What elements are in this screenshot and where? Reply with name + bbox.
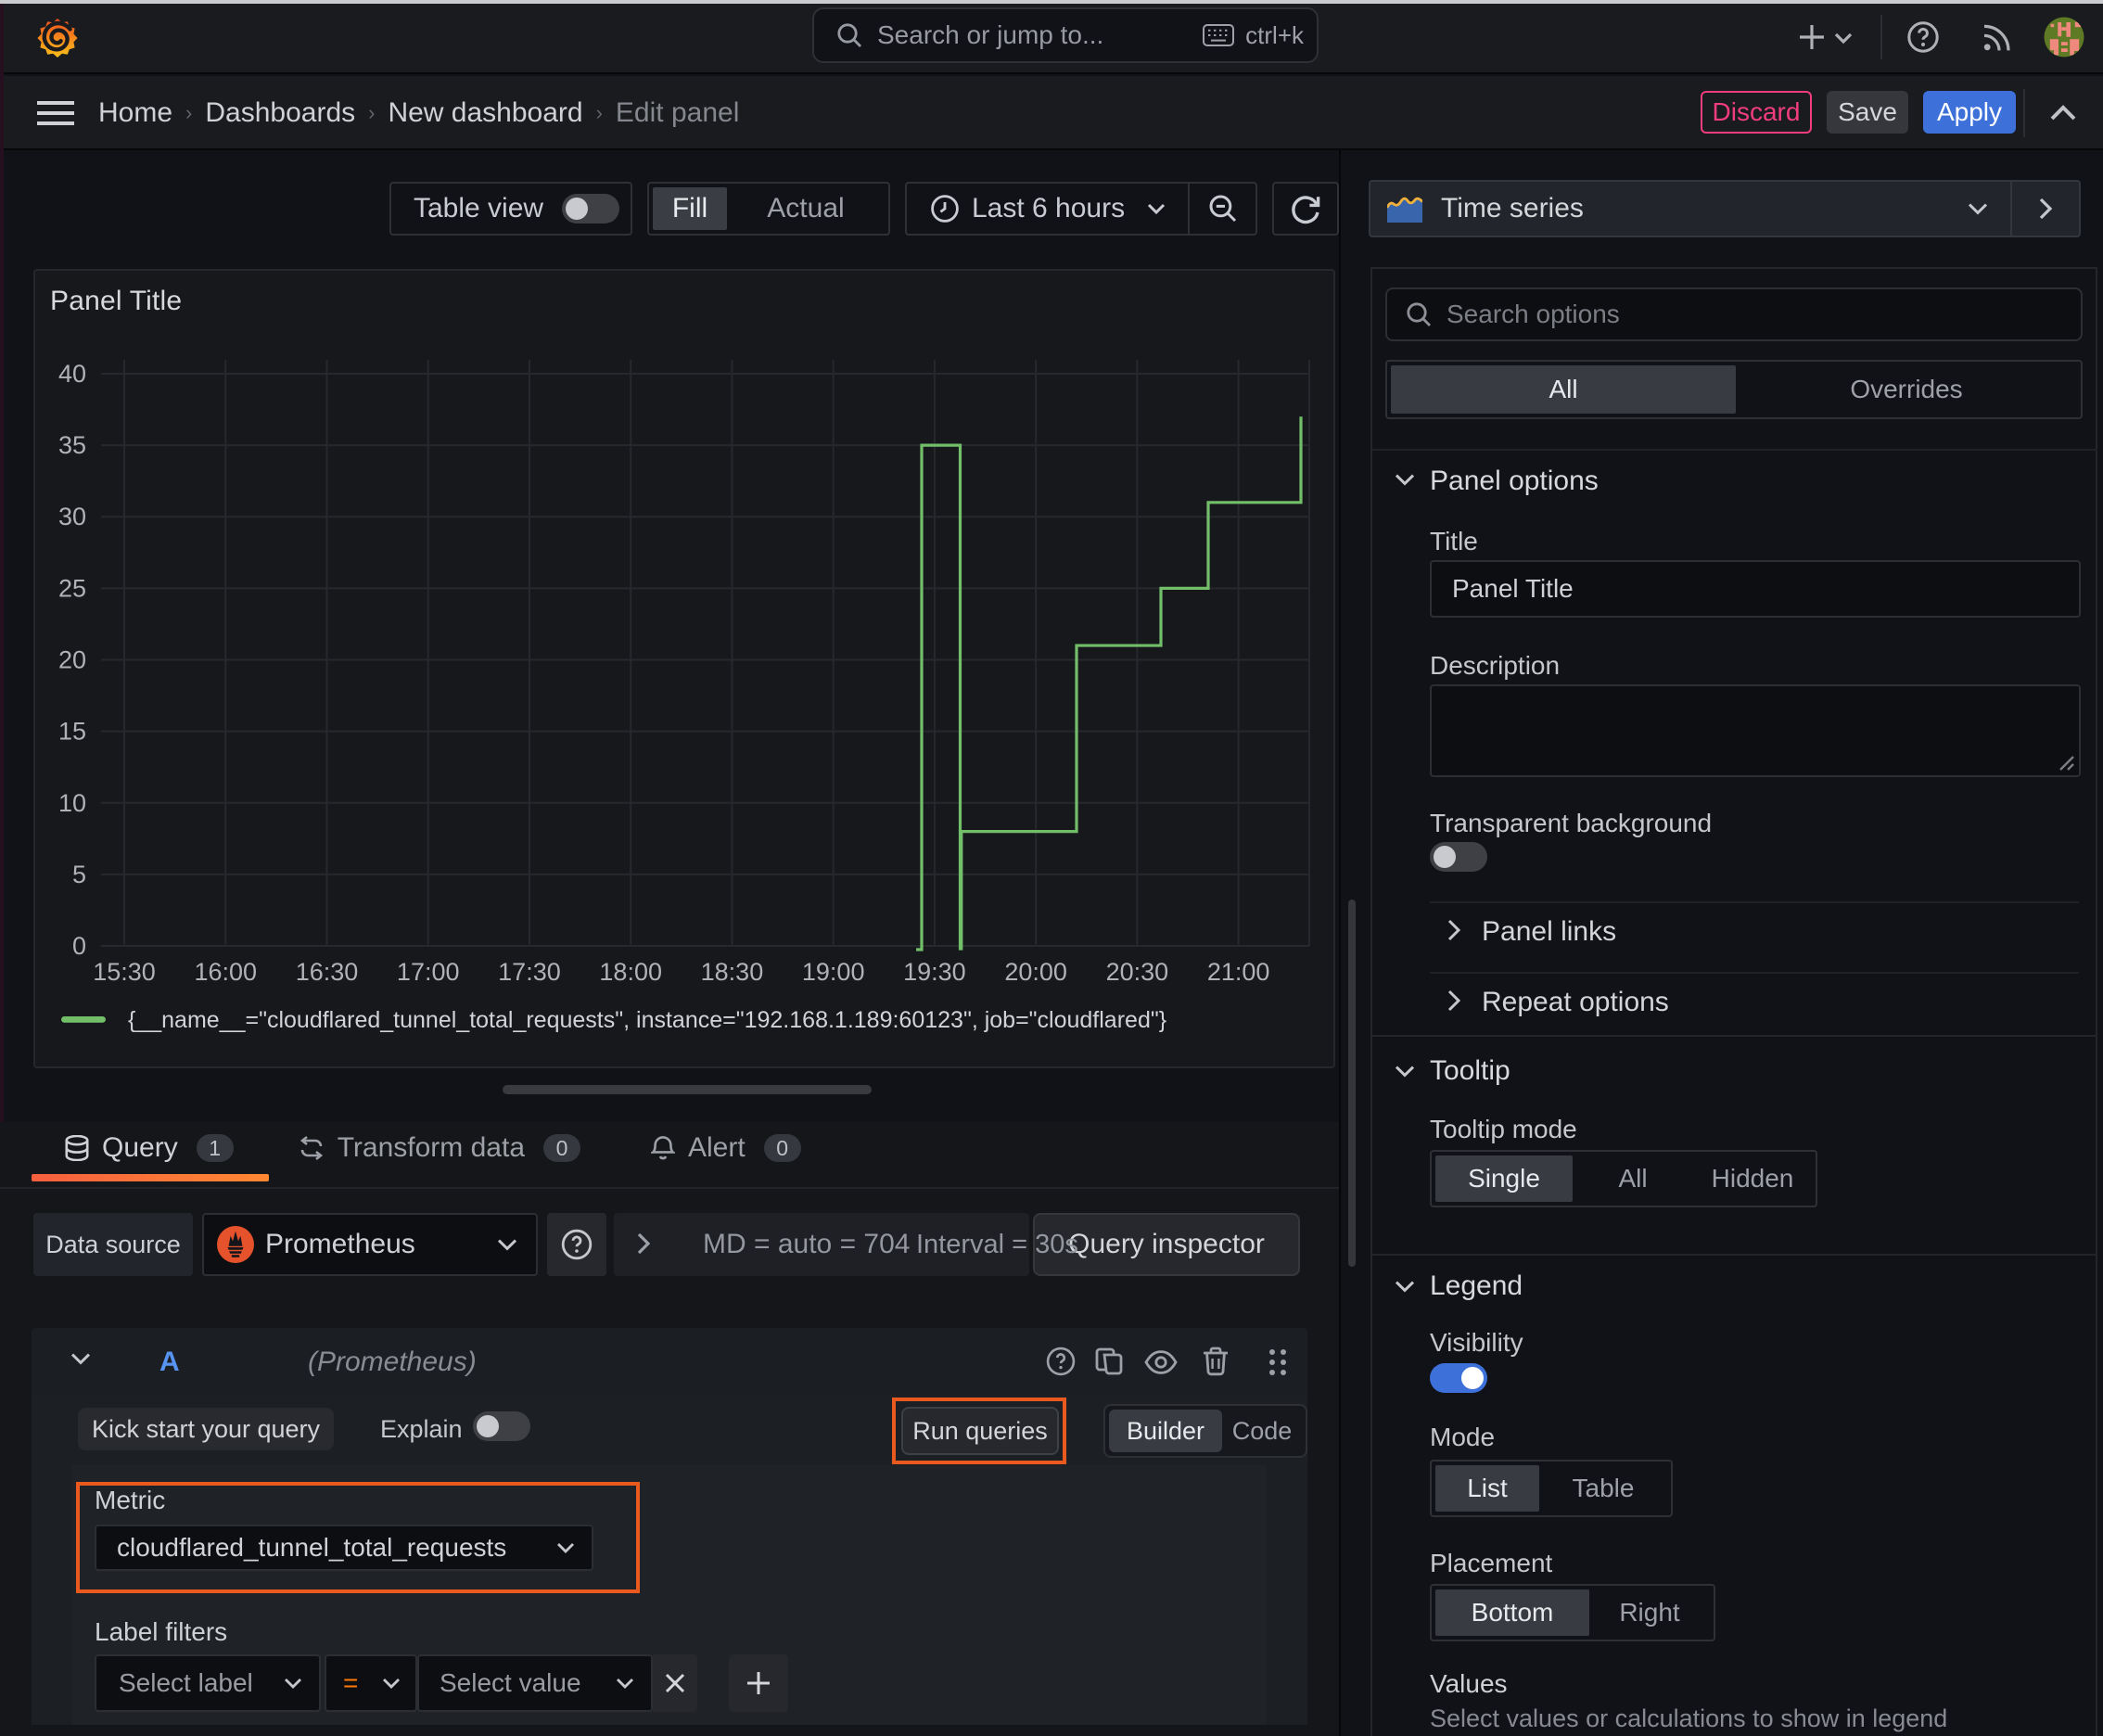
svg-text:20: 20 [58,646,86,674]
svg-text:16:00: 16:00 [194,958,257,986]
svg-text:17:00: 17:00 [397,958,460,986]
svg-text:19:00: 19:00 [802,958,865,986]
svg-text:15: 15 [58,718,86,746]
svg-text:20:30: 20:30 [1106,958,1169,986]
svg-text:18:00: 18:00 [599,958,662,986]
svg-text:16:30: 16:30 [296,958,359,986]
svg-text:18:30: 18:30 [701,958,764,986]
svg-text:19:30: 19:30 [903,958,966,986]
svg-text:5: 5 [72,861,86,888]
svg-text:{__name__="cloudflared_tunnel_: {__name__="cloudflared_tunnel_total_requ… [128,1007,1166,1033]
svg-text:21:00: 21:00 [1207,958,1270,986]
svg-text:15:30: 15:30 [93,958,156,986]
svg-text:40: 40 [58,360,86,388]
svg-text:10: 10 [58,789,86,817]
svg-text:25: 25 [58,574,86,602]
svg-text:35: 35 [58,431,86,459]
svg-text:0: 0 [72,932,86,960]
svg-text:20:00: 20:00 [1004,958,1067,986]
svg-text:17:30: 17:30 [498,958,561,986]
svg-text:30: 30 [58,503,86,530]
